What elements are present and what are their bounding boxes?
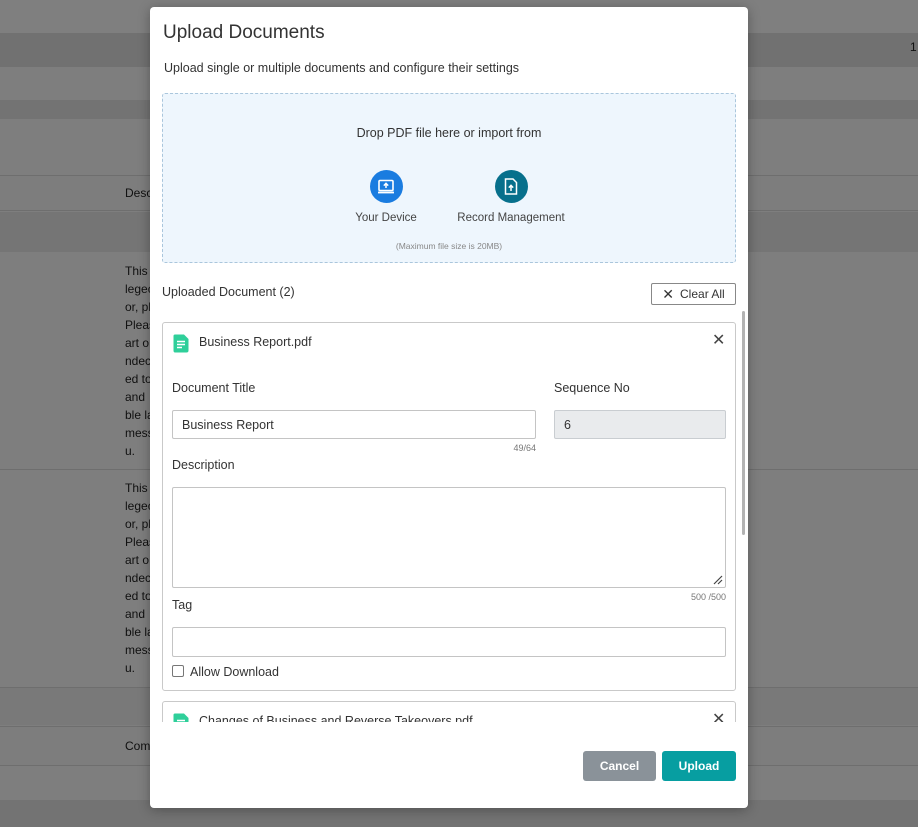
document-icon [173, 713, 189, 722]
description-textarea[interactable] [172, 487, 726, 588]
document-card: Business Report.pdf ✕ Document Title Seq… [162, 322, 736, 691]
upload-documents-dialog: Upload Documents Upload single or multip… [150, 7, 748, 808]
upload-button[interactable]: Upload [662, 751, 736, 781]
document-card: Changes of Business and Reverse Takeover… [162, 701, 736, 722]
your-device-button[interactable]: Your Device [353, 170, 419, 224]
document-title-label: Document Title [172, 381, 256, 395]
uploaded-documents-list[interactable]: Business Report.pdf ✕ Document Title Seq… [162, 320, 736, 722]
file-dropzone[interactable]: Drop PDF file here or import from Your D… [162, 93, 736, 263]
dropzone-text: Drop PDF file here or import from [356, 126, 542, 140]
dialog-subtitle: Upload single or multiple documents and … [164, 61, 520, 75]
remove-document-close-icon[interactable]: ✕ [712, 712, 725, 723]
record-management-button[interactable]: Record Management [457, 170, 565, 224]
clear-all-button[interactable]: ✕ Clear All [651, 283, 736, 305]
documents-scrollbar[interactable] [742, 311, 745, 535]
file-upload-icon[interactable] [494, 170, 528, 203]
your-device-label: Your Device [355, 212, 417, 224]
cancel-button[interactable]: Cancel [583, 751, 656, 781]
document-file-name: Business Report.pdf [199, 335, 312, 349]
max-file-size-note: (Maximum file size is 20MB) [395, 241, 503, 251]
record-management-label: Record Management [457, 212, 565, 224]
document-icon [173, 334, 189, 353]
close-icon: ✕ [662, 286, 675, 302]
description-label: Description [172, 458, 235, 472]
allow-download-checkbox[interactable] [172, 665, 184, 677]
uploaded-documents-heading: Uploaded Document (2) [162, 285, 295, 299]
sequence-no-input: 6 [554, 410, 726, 439]
document-file-name: Changes of Business and Reverse Takeover… [199, 714, 473, 722]
allow-download-label: Allow Download [190, 665, 279, 679]
clear-all-label: Clear All [680, 287, 725, 301]
sequence-no-label: Sequence No [554, 381, 630, 395]
tag-input[interactable] [172, 627, 726, 657]
title-char-counter: 49/64 [513, 443, 536, 453]
resize-handle-icon[interactable] [713, 575, 723, 585]
description-char-counter: 500 /500 [690, 592, 726, 602]
tag-label: Tag [172, 598, 193, 612]
remove-document-close-icon[interactable]: ✕ [712, 333, 725, 349]
document-title-input[interactable]: Business Report [172, 410, 536, 439]
device-upload-icon[interactable] [369, 170, 403, 203]
dialog-title: Upload Documents [163, 22, 325, 43]
